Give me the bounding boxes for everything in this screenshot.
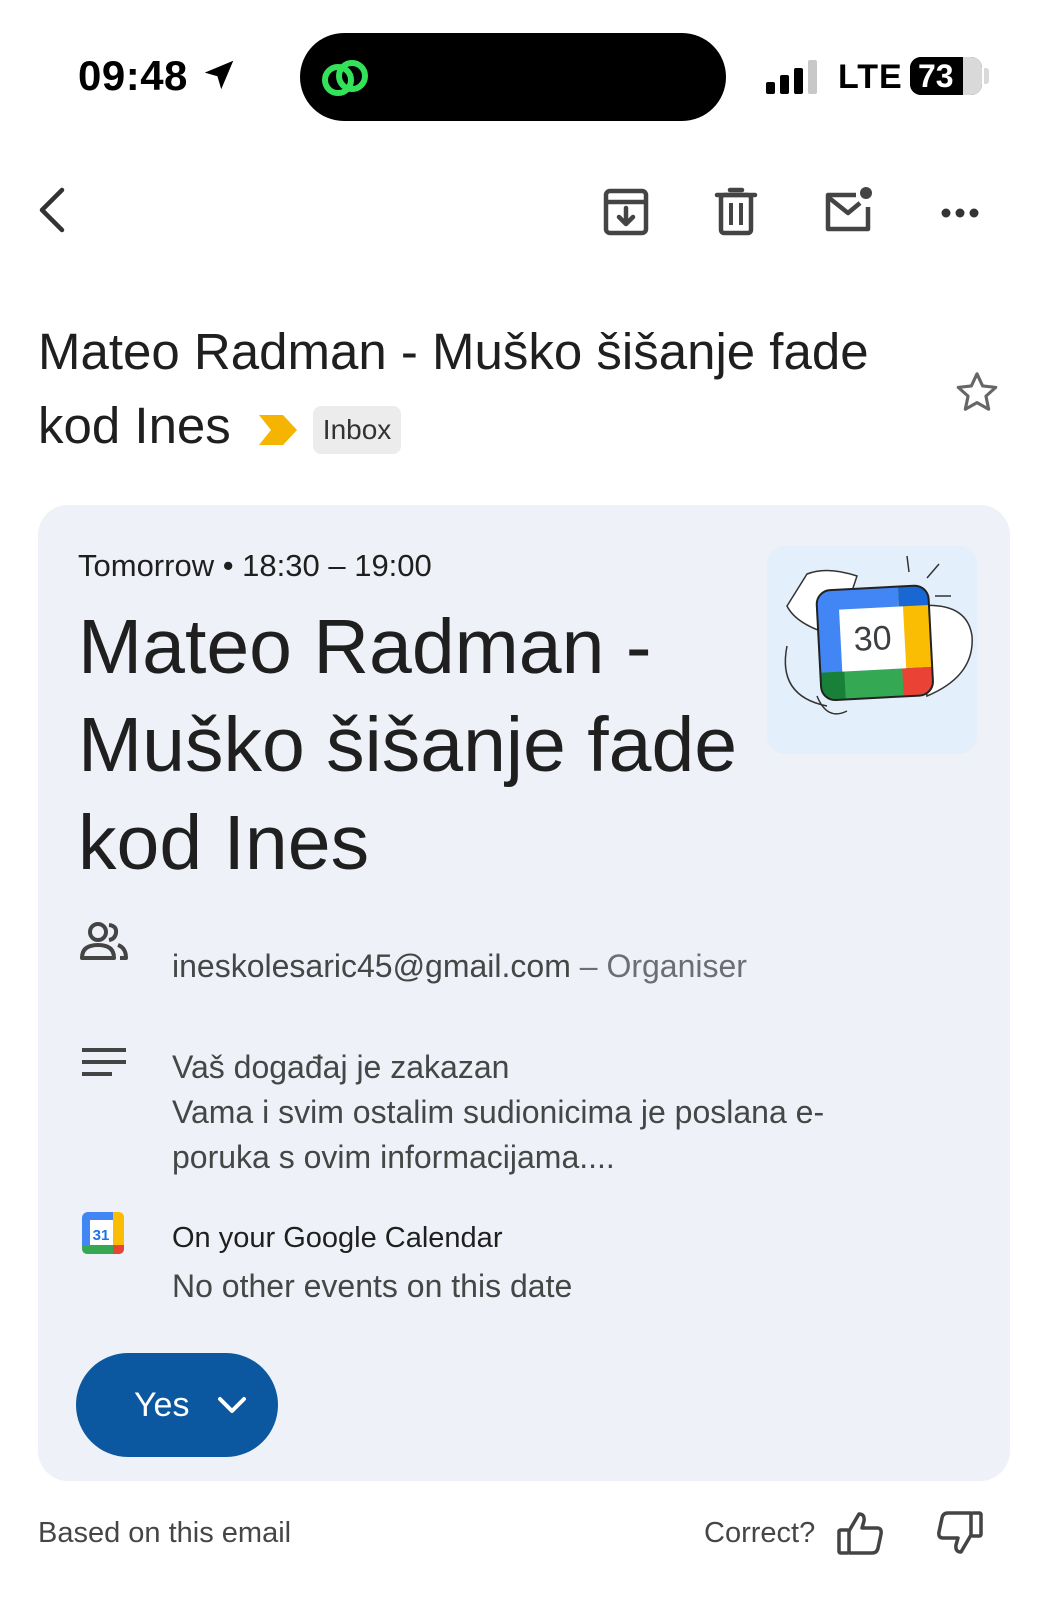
thumbs-down-icon[interactable]: [936, 1510, 984, 1556]
calendar-illustration: 30: [767, 546, 977, 754]
trash-icon[interactable]: [708, 185, 764, 241]
rsvp-yes-button[interactable]: Yes: [76, 1353, 278, 1457]
description-line: Vaš događaj je zakazan: [172, 1049, 510, 1085]
important-marker-icon[interactable]: [257, 413, 299, 447]
calendar-availability: No other events on this date: [172, 1268, 573, 1304]
email-subject: Mateo Radman - Muško šišanje fade kod In…: [38, 323, 869, 454]
google-calendar-icon: 31: [82, 1212, 124, 1254]
people-icon: [80, 922, 128, 960]
email-subject-block: Mateo Radman - Muško šišanje fade kod In…: [38, 315, 908, 463]
based-on-email-text: Based on this email: [38, 1517, 292, 1549]
more-options-icon[interactable]: [934, 185, 990, 241]
thumbs-up-icon[interactable]: [836, 1510, 884, 1556]
cellular-signal-icon: [766, 60, 817, 94]
back-chevron-icon[interactable]: [26, 182, 82, 238]
illustration-day-number: 30: [853, 619, 893, 659]
calendar-illustration-art: 30: [784, 555, 973, 715]
star-icon[interactable]: [952, 368, 1002, 418]
event-description: Vaš događaj je zakazan Vama i svim ostal…: [172, 1045, 912, 1180]
calendar-title: On your Google Calendar: [172, 1222, 503, 1254]
chevron-down-icon: [218, 1397, 247, 1413]
mark-unread-icon[interactable]: [820, 185, 876, 241]
organiser-line: ineskolesaric45@gmail.com – Organiser: [172, 948, 747, 985]
description-line: poruka s ovim informacijama....: [172, 1139, 615, 1175]
battery-percent: 73: [918, 58, 954, 94]
description-lines-icon: [82, 1048, 126, 1076]
battery-indicator: 73: [910, 57, 982, 95]
archive-icon[interactable]: [598, 185, 654, 241]
inbox-label-chip[interactable]: Inbox: [312, 405, 402, 454]
battery-nub: [984, 68, 989, 84]
link-app-icon: [322, 60, 368, 96]
correct-prompt: Correct?: [704, 1517, 816, 1549]
location-arrow-icon: [204, 60, 234, 90]
event-time: Tomorrow • 18:30 – 19:00: [78, 548, 432, 583]
description-line: Vama i svim ostalim sudionicima je posla…: [172, 1094, 825, 1130]
battery-empty: [962, 57, 982, 95]
organiser-role: – Organiser: [570, 948, 747, 984]
status-time: 09:48: [78, 52, 188, 99]
organiser-email[interactable]: ineskolesaric45@gmail.com: [172, 948, 571, 984]
event-title: Mateo Radman - Muško šišanje fade kod In…: [78, 604, 738, 886]
network-type: LTE: [838, 58, 903, 96]
calendar-icon-day: 31: [93, 1227, 110, 1244]
rsvp-label: Yes: [134, 1385, 190, 1424]
